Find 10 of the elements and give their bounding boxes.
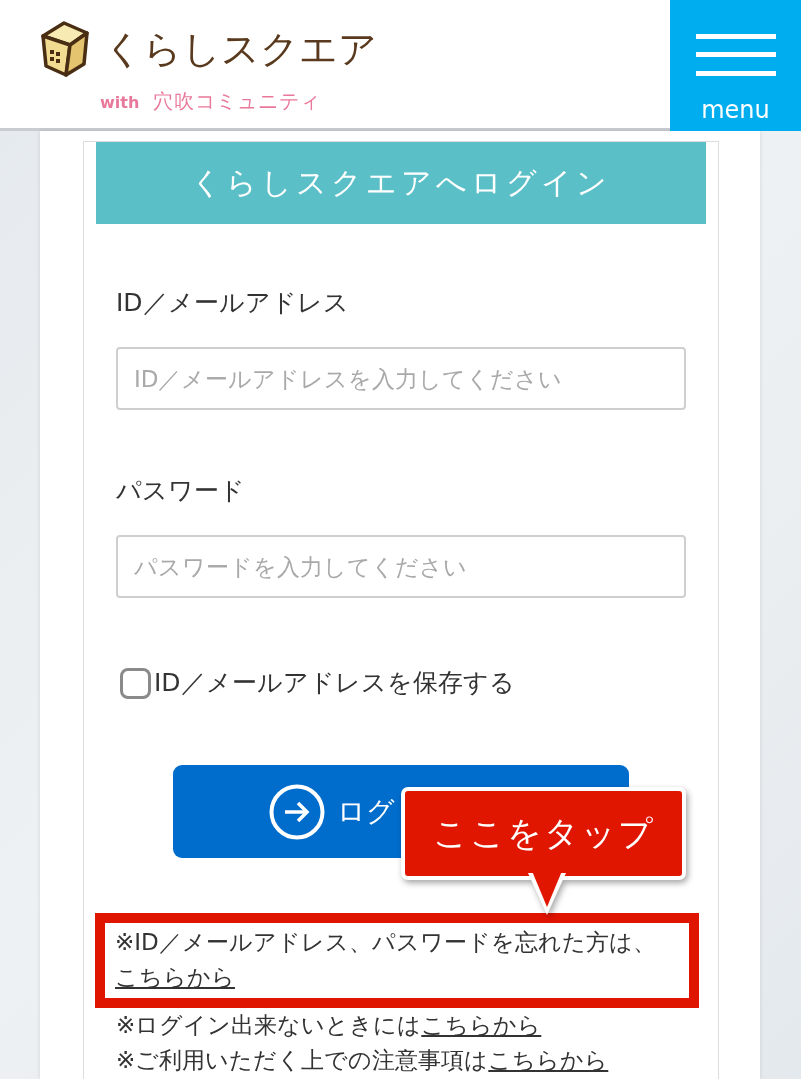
logo-text: くらしスクエア: [104, 26, 377, 73]
note-text: ※ID／メールアドレス、パスワードを忘れた方は、 こちらから: [115, 928, 657, 992]
field-label: パスワード: [116, 475, 245, 507]
note-text: ※ログイン出来ないときには こちらから: [116, 1011, 543, 1040]
checkbox-label: ID／メールアドレスを保存する: [154, 667, 515, 699]
logo-sub-prefix: with: [100, 93, 140, 112]
form-title: くらしスクエアへログイン: [96, 142, 706, 224]
note-text: ※ご利用いただく上での注意事項は こちらから: [116, 1046, 610, 1075]
field-label: ID／メールアドレス: [116, 287, 349, 319]
logo-subtitle: 穴吹コミュニティ: [153, 88, 322, 115]
